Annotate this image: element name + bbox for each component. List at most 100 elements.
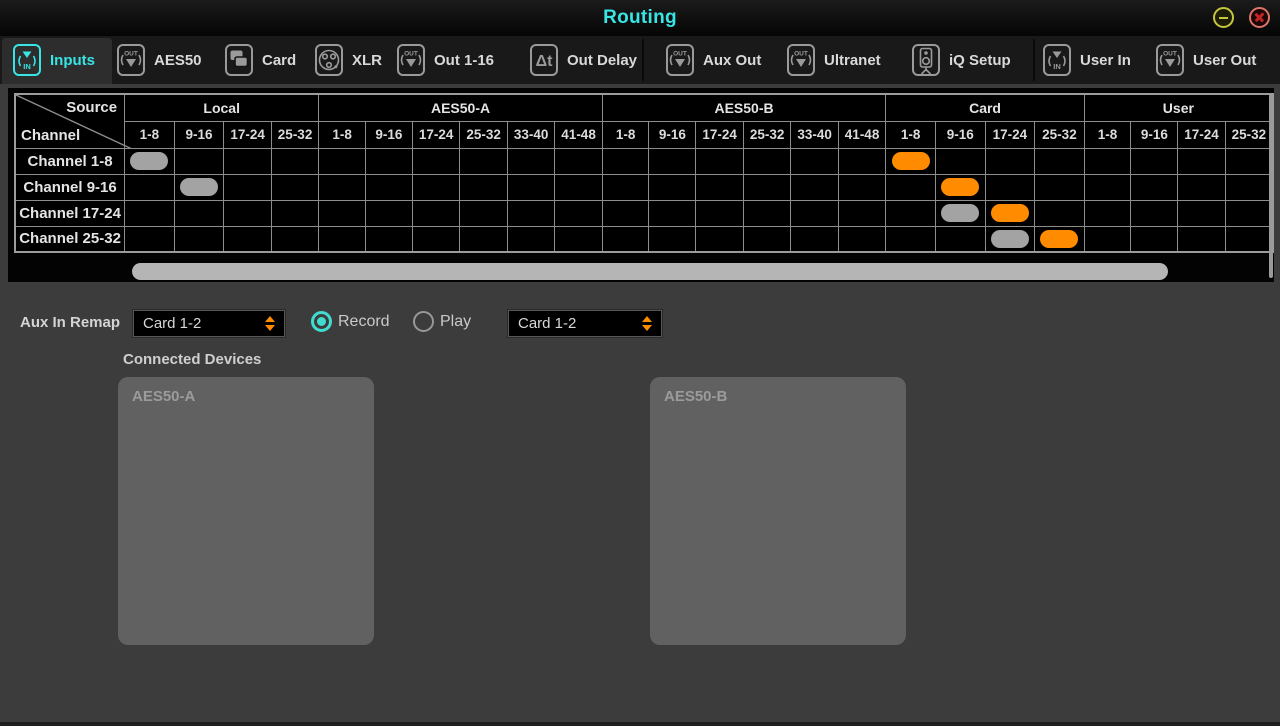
matrix-cell[interactable] [1225, 226, 1273, 252]
matrix-cell[interactable] [365, 226, 412, 252]
matrix-cell[interactable] [1131, 226, 1178, 252]
matrix-cell[interactable] [460, 200, 507, 226]
matrix-cell[interactable] [460, 174, 507, 200]
matrix-cell[interactable] [791, 200, 838, 226]
matrix-cell[interactable] [319, 148, 366, 174]
matrix-cell[interactable] [1035, 200, 1085, 226]
matrix-cell[interactable] [838, 200, 885, 226]
matrix-cell[interactable] [319, 174, 366, 200]
matrix-cell[interactable] [649, 226, 696, 252]
vertical-scrollbar[interactable] [1269, 94, 1273, 278]
matrix-cell[interactable] [125, 226, 175, 252]
tab-aux-out[interactable]: OUTAux Out [665, 36, 761, 84]
matrix-cell[interactable] [125, 148, 175, 174]
matrix-cell[interactable] [985, 174, 1035, 200]
matrix-cell[interactable] [743, 200, 790, 226]
matrix-cell[interactable] [886, 148, 936, 174]
matrix-cell[interactable] [838, 174, 885, 200]
matrix-cell[interactable] [365, 200, 412, 226]
matrix-cell[interactable] [985, 200, 1035, 226]
matrix-cell[interactable] [935, 148, 985, 174]
matrix-cell[interactable] [886, 226, 936, 252]
matrix-cell[interactable] [271, 200, 318, 226]
minimize-button[interactable] [1213, 7, 1234, 28]
matrix-cell[interactable] [507, 148, 554, 174]
matrix-cell[interactable] [1178, 174, 1225, 200]
horizontal-scrollbar[interactable] [132, 263, 1168, 280]
matrix-cell[interactable] [224, 226, 271, 252]
matrix-cell[interactable] [460, 148, 507, 174]
matrix-cell[interactable] [555, 226, 602, 252]
matrix-cell[interactable] [412, 174, 459, 200]
matrix-cell[interactable] [791, 226, 838, 252]
matrix-cell[interactable] [1131, 200, 1178, 226]
matrix-cell[interactable] [224, 174, 271, 200]
matrix-cell[interactable] [1084, 174, 1131, 200]
tab-user-out[interactable]: OUTUser Out [1155, 36, 1256, 84]
matrix-cell[interactable] [696, 200, 743, 226]
play-remap-dropdown[interactable]: Card 1-2 [508, 310, 662, 337]
matrix-cell[interactable] [602, 174, 649, 200]
matrix-cell[interactable] [319, 200, 366, 226]
matrix-cell[interactable] [1035, 148, 1085, 174]
matrix-cell[interactable] [174, 174, 224, 200]
matrix-cell[interactable] [224, 200, 271, 226]
matrix-cell[interactable] [271, 148, 318, 174]
matrix-cell[interactable] [935, 226, 985, 252]
matrix-cell[interactable] [1084, 226, 1131, 252]
matrix-cell[interactable] [649, 148, 696, 174]
matrix-cell[interactable] [174, 200, 224, 226]
matrix-cell[interactable] [1225, 174, 1273, 200]
matrix-cell[interactable] [696, 148, 743, 174]
matrix-cell[interactable] [125, 174, 175, 200]
matrix-cell[interactable] [1084, 200, 1131, 226]
matrix-cell[interactable] [507, 174, 554, 200]
tab-iq-setup[interactable]: iQ Setup [911, 36, 1011, 84]
matrix-cell[interactable] [935, 200, 985, 226]
matrix-cell[interactable] [174, 226, 224, 252]
tab-out-1-16[interactable]: OUTOut 1-16 [396, 36, 494, 84]
tab-inputs[interactable]: INInputs [12, 36, 95, 84]
matrix-cell[interactable] [696, 226, 743, 252]
matrix-cell[interactable] [743, 148, 790, 174]
matrix-cell[interactable] [555, 200, 602, 226]
matrix-cell[interactable] [125, 200, 175, 226]
tab-aes50[interactable]: OUTAES50 [116, 36, 202, 84]
matrix-cell[interactable] [319, 226, 366, 252]
matrix-cell[interactable] [412, 200, 459, 226]
matrix-cell[interactable] [365, 174, 412, 200]
matrix-cell[interactable] [507, 226, 554, 252]
matrix-cell[interactable] [174, 148, 224, 174]
tab-user-in[interactable]: INUser In [1042, 36, 1131, 84]
matrix-cell[interactable] [271, 174, 318, 200]
matrix-cell[interactable] [743, 174, 790, 200]
close-button[interactable] [1249, 7, 1270, 28]
matrix-cell[interactable] [507, 200, 554, 226]
matrix-cell[interactable] [602, 226, 649, 252]
matrix-cell[interactable] [460, 226, 507, 252]
matrix-cell[interactable] [1035, 226, 1085, 252]
play-radio[interactable]: Play [413, 311, 471, 332]
record-radio[interactable]: Record [311, 311, 390, 332]
matrix-cell[interactable] [886, 200, 936, 226]
matrix-cell[interactable] [1131, 148, 1178, 174]
matrix-cell[interactable] [1178, 200, 1225, 226]
matrix-cell[interactable] [649, 174, 696, 200]
matrix-cell[interactable] [412, 148, 459, 174]
record-remap-dropdown[interactable]: Card 1-2 [133, 310, 285, 337]
matrix-cell[interactable] [555, 174, 602, 200]
tab-ultranet[interactable]: OUTUltranet [786, 36, 881, 84]
tab-card[interactable]: Card [224, 36, 296, 84]
matrix-cell[interactable] [696, 174, 743, 200]
matrix-cell[interactable] [886, 174, 936, 200]
matrix-cell[interactable] [602, 200, 649, 226]
matrix-cell[interactable] [791, 148, 838, 174]
matrix-cell[interactable] [935, 174, 985, 200]
matrix-cell[interactable] [412, 226, 459, 252]
matrix-cell[interactable] [1084, 148, 1131, 174]
tab-out-delay[interactable]: ΔtOut Delay [529, 36, 637, 84]
matrix-cell[interactable] [838, 226, 885, 252]
matrix-cell[interactable] [1035, 174, 1085, 200]
matrix-cell[interactable] [602, 148, 649, 174]
matrix-cell[interactable] [555, 148, 602, 174]
